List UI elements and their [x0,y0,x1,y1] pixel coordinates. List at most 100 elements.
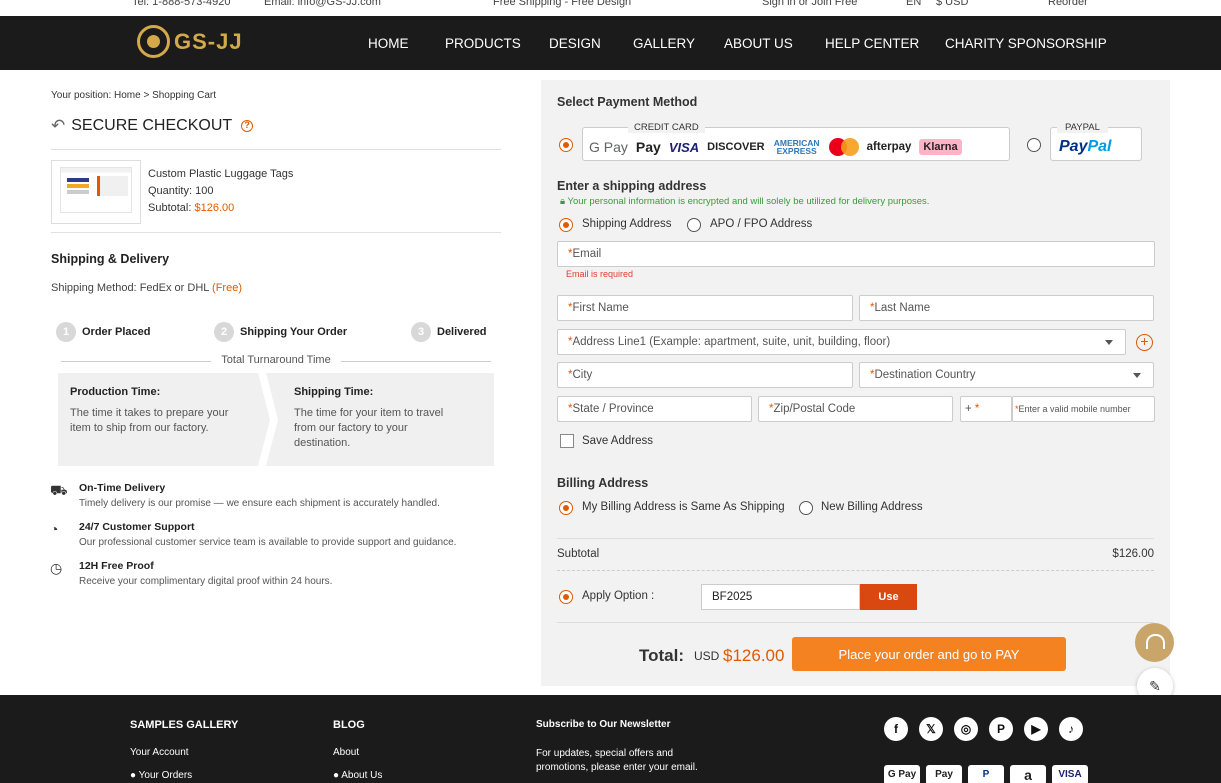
product-subtotal: Subtotal: $126.00 [148,202,235,214]
address-line1-field[interactable]: *Address Line1 (Example: apartment, suit… [557,329,1126,355]
youtube-icon[interactable]: ▶ [1024,717,1048,741]
reorder-link[interactable]: Reorder [1048,0,1088,8]
footer-about[interactable]: About [333,747,359,758]
shipping-address-option[interactable]: Shipping Address [582,218,672,230]
city-field[interactable]: *City [557,362,853,388]
logo-text: GS-JJ [174,28,243,54]
apo-address-option[interactable]: APO / FPO Address [710,218,812,230]
google-pay-icon: G Pay [589,139,628,155]
top-info-bar: Tel: 1-888-573-4920 Email: info@GS-JJ.co… [0,0,1221,16]
nav-design[interactable]: DESIGN [549,36,601,51]
last-name-field[interactable]: *Last Name [859,295,1154,321]
apple-pay-icon: Pay [926,765,962,783]
phone-code-field[interactable]: + * [960,396,1012,422]
chevron-down-icon [1105,340,1113,345]
billing-same-radio[interactable] [559,501,573,515]
divider [51,149,501,150]
paypal-option[interactable]: PAYPAL PayPal [1050,122,1142,161]
customer-service-headset-icon[interactable] [1135,623,1174,662]
apple-pay-icon: Pay [635,139,661,155]
billing-new-option[interactable]: New Billing Address [821,501,923,513]
nav-charity-sponsorship[interactable]: CHARITY SPONSORSHIP [945,36,1107,51]
newsletter-title: Subscribe to Our Newsletter [536,719,671,730]
time-info-box: Production Time: The time it takes to pr… [58,373,494,466]
nav-gallery[interactable]: GALLERY [633,36,695,51]
subtotal-label: Subtotal [557,548,600,560]
main-navbar: GS-JJ HOME PRODUCTS DESIGN GALLERY ABOUT… [0,16,1221,70]
paypal-radio[interactable] [1027,138,1041,152]
shipping-address-title: Enter a shipping address [557,179,707,193]
back-arrow-icon[interactable]: ↶ [51,116,65,136]
order-summary-panel: Your position: Home > Shopping Cart ↶ SE… [0,70,540,695]
coupon-input[interactable]: BF2025 [701,584,860,610]
footer-samples-gallery[interactable]: SAMPLES GALLERY [130,719,238,731]
email-error: Email is required [566,269,634,279]
subtotal-value: $126.00 [1112,548,1154,560]
amex-icon: AMERICAN EXPRESS [773,138,820,156]
paypal-logo-icon: PayPal [1059,138,1112,155]
product-info: Custom Plastic Luggage Tags Quantity: 10… [148,166,293,217]
nav-home[interactable]: HOME [368,36,409,51]
shipping-section-title: Shipping & Delivery [51,252,170,266]
divider [557,538,1154,539]
footer-your-orders[interactable]: ● Your Orders [130,770,192,781]
first-name-field[interactable]: *First Name [557,295,853,321]
nav-help-center[interactable]: HELP CENTER [825,36,919,51]
shipping-method: Shipping Method: FedEx or DHL (Free) [51,282,242,294]
email-field[interactable]: *Email [557,241,1155,267]
lock-icon: 🔒︎ [560,196,566,207]
facebook-icon[interactable]: f [884,717,908,741]
currency-selector[interactable]: $ USD [936,0,968,8]
support-24-icon: ◔ [50,521,59,537]
credit-card-label: CREDIT CARD [628,122,705,133]
place-order-button[interactable]: Place your order and go to PAY [792,637,1066,671]
zip-field[interactable]: *Zip/Postal Code [758,396,953,422]
x-twitter-icon[interactable]: 𝕏 [919,717,943,741]
add-address-line-icon[interactable]: + [1136,334,1153,351]
divider [557,570,1154,571]
product-quantity: Quantity: 100 [148,185,214,197]
footer-your-account[interactable]: Your Account [130,747,189,758]
phone-field[interactable]: *Enter a valid mobile number [1012,396,1155,422]
total-currency: USD [694,649,720,663]
instagram-icon[interactable]: ◎ [954,717,978,741]
help-icon[interactable]: ? [241,120,254,132]
visa-icon: VISA [668,139,700,155]
apply-option-radio[interactable] [559,590,573,604]
apply-option-label: Apply Option : [582,590,655,602]
total-value: $126.00 [723,646,785,665]
save-address-checkbox[interactable] [560,434,574,448]
clock-fast-icon: ◷ [50,560,63,576]
promo-text: Free Shipping - Free Design [493,0,632,8]
state-field[interactable]: *State / Province [557,396,752,422]
page-title-text: SECURE CHECKOUT [71,117,233,134]
breadcrumb[interactable]: Your position: Home > Shopping Cart [51,90,216,101]
save-address-label[interactable]: Save Address [582,435,653,447]
tiktok-icon[interactable]: ♪ [1059,717,1083,741]
email-text[interactable]: Email: info@GS-JJ.com [264,0,381,8]
credit-card-option[interactable]: CREDIT CARD G Pay Pay VISA DISCOVER AMER… [582,122,1010,161]
language-selector[interactable]: EN [906,0,921,8]
secure-note: 🔒︎ Your personal information is encrypte… [560,196,930,207]
pinterest-icon[interactable]: P [989,717,1013,741]
phone-text[interactable]: Tel: 1-888-573-4920 [132,0,230,8]
signin-link[interactable]: Sign in or Join Free [762,0,857,8]
discover-icon: DISCOVER [707,141,765,153]
footer-about-us[interactable]: ● About Us [333,770,382,781]
chevron-right-icon [258,373,278,466]
step-order-placed: 1 Order Placed [56,322,150,342]
billing-new-radio[interactable] [799,501,813,515]
google-pay-icon: G Pay [884,765,920,783]
nav-about-us[interactable]: ABOUT US [724,36,793,51]
billing-same-option[interactable]: My Billing Address is Same As Shipping [582,501,785,513]
apo-address-radio[interactable] [687,218,701,232]
destination-country-select[interactable]: *Destination Country [859,362,1154,388]
nav-products[interactable]: PRODUCTS [445,36,521,51]
site-logo[interactable]: GS-JJ [137,25,243,58]
product-thumbnail[interactable] [51,160,141,224]
product-name: Custom Plastic Luggage Tags [148,168,294,180]
use-coupon-button[interactable]: Use [860,584,917,610]
credit-card-radio[interactable] [559,138,573,152]
footer-blog[interactable]: BLOG [333,719,365,731]
shipping-address-radio[interactable] [559,218,573,232]
